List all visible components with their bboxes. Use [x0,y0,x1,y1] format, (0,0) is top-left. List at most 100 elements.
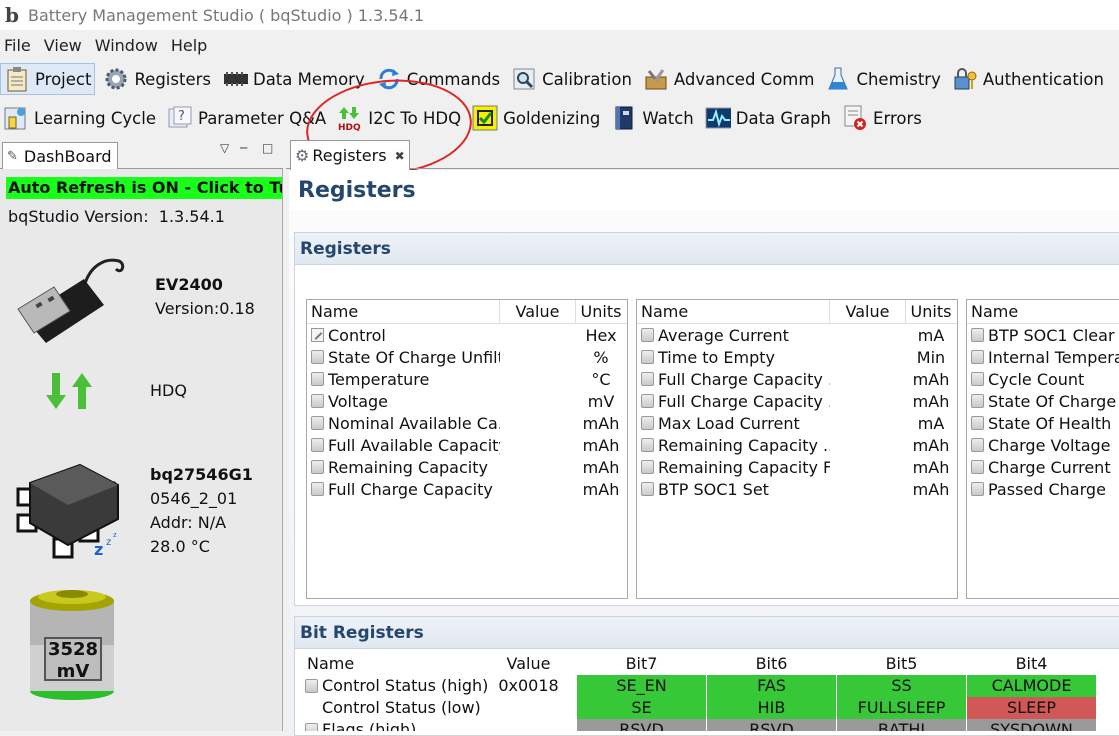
col-value-header[interactable]: Value [830,300,906,323]
table-row[interactable]: Full Charge Capacity ... mAh [637,390,957,412]
window-title: Battery Management Studio ( bqStudio ) 1… [28,5,425,25]
table-row[interactable]: State Of Charge Unfilt...% [307,346,627,368]
register-name: State Of Charge [988,391,1117,411]
bit-col-bit5[interactable]: Bit5 [837,653,967,675]
table-row[interactable]: Full Available Capacity mAh [307,434,627,456]
battery-voltage: 3528 [47,639,99,660]
bit-cell[interactable]: FULLSLEEP [837,697,967,719]
bit-cell[interactable]: SE [577,697,707,719]
table-row[interactable]: Remaining Capacity mAh [307,456,627,478]
dashboard-tab[interactable]: ✎ DashBoard [2,142,118,169]
maximize-icon[interactable]: □ [262,141,273,155]
lock-key-icon [952,66,978,92]
table-row[interactable]: Full Charge Capacity mAh [307,478,627,500]
lock-icon [311,482,324,496]
table-row[interactable]: State Of Health [967,412,1119,434]
table-header: Name Value Units [637,300,957,324]
calibration-button[interactable]: Calibration [508,63,635,95]
table-row[interactable]: Cycle Count [967,368,1119,390]
bit-cell[interactable]: FAS [707,675,837,697]
parameter-qa-button[interactable]: ? Parameter Q&A [164,102,329,134]
bit-cell[interactable]: RSVD [577,719,707,731]
menu-window[interactable]: Window [95,36,158,55]
table-row[interactable]: Control Status (low) SE HIB FULLSLEEP SL… [299,697,1119,719]
lock-icon [305,679,318,693]
register-units: °C [591,369,611,389]
lock-icon [641,350,654,364]
register-name: Control [328,325,386,345]
table-row[interactable]: Remaining Capacity ... mAh [637,434,957,456]
col-name-header[interactable]: Name [637,300,830,323]
register-name: Remaining Capacity F... [658,457,830,477]
bit-cell[interactable]: CALMODE [967,675,1097,697]
table-row[interactable]: Internal Temperature [967,346,1119,368]
bit-cell[interactable]: SE_EN [577,675,707,697]
minimize-icon[interactable]: ─ [240,141,247,155]
watch-button[interactable]: Watch [608,102,696,134]
bit-col-name[interactable]: Name [299,653,481,675]
table-row[interactable]: Max Load Current mA [637,412,957,434]
lock-icon [971,416,984,430]
col-name-header[interactable]: Name [967,302,1119,321]
authentication-button[interactable]: Authentication [949,63,1107,95]
protocol-arrows-icon [46,373,92,409]
bit-cell[interactable]: HIB [707,697,837,719]
col-units-header[interactable]: Units [576,302,626,321]
col-value-header[interactable]: Value [500,300,576,323]
project-label: Project [35,69,92,89]
svg-text:z: z [94,540,103,559]
table-row[interactable]: BTP SOC1 Set mAh [637,478,957,500]
menu-file[interactable]: File [4,36,31,55]
register-name: Nominal Available Ca... [328,413,500,433]
table-row[interactable]: Full Charge Capacity ... mAh [637,368,957,390]
table-row[interactable]: Flags (high) RSVD RSVD BATHI SYSDOWN [299,719,1119,731]
table-row[interactable]: Passed Charge [967,478,1119,500]
table-row[interactable]: Nominal Available Ca... mAh [307,412,627,434]
menu-help[interactable]: Help [171,36,207,55]
advanced-comm-button[interactable]: Advanced Comm [640,63,818,95]
bit-cell[interactable]: BATHI [837,719,967,731]
table-row[interactable]: BTP SOC1 Clear [967,324,1119,346]
table-row[interactable]: Control Status (high) 0x0018 SE_EN FAS S… [299,675,1119,697]
chemistry-button[interactable]: Chemistry [822,63,943,95]
register-name: Charge Voltage [988,435,1111,455]
table-row[interactable]: Charge Voltage [967,434,1119,456]
auto-refresh-toggle[interactable]: Auto Refresh is ON - Click to Turn OFF [6,177,282,199]
table-row[interactable]: Temperature °C [307,368,627,390]
bit-col-bit4[interactable]: Bit4 [967,653,1097,675]
learning-cycle-icon [3,105,29,131]
bit-cell[interactable]: SLEEP [967,697,1097,719]
table-row[interactable]: Charge Current [967,456,1119,478]
registers-button[interactable]: Registers [100,63,214,95]
view-menu-icon[interactable]: ▽ [220,141,229,155]
bit-cell[interactable]: SYSDOWN [967,719,1097,731]
bit-col-value[interactable]: Value [481,653,577,675]
lock-icon [641,372,654,386]
goldenizing-button[interactable]: Goldenizing [469,102,603,134]
errors-button[interactable]: Errors [839,102,925,134]
bit-cell[interactable]: SS [837,675,967,697]
register-name: Full Charge Capacity [328,479,493,499]
lock-icon [641,328,654,342]
col-name-header[interactable]: Name [307,300,500,323]
bit-col-bit7[interactable]: Bit7 [577,653,707,675]
table-row[interactable]: State Of Charge [967,390,1119,412]
data-graph-button[interactable]: Data Graph [702,102,834,134]
table-row[interactable]: Control Hex [307,324,627,346]
close-tab-icon[interactable]: ✖ [395,149,405,163]
lock-icon [641,438,654,452]
col-units-header[interactable]: Units [906,302,956,321]
learning-cycle-button[interactable]: Learning Cycle [0,102,159,134]
table-row[interactable]: Voltage mV [307,390,627,412]
bit-cell[interactable]: RSVD [707,719,837,731]
table-row[interactable]: Remaining Capacity F... mAh [637,456,957,478]
table-row[interactable]: Average Current mA [637,324,957,346]
register-units: mA [917,325,945,345]
registers-tab[interactable]: ⚙ Registers ✖ [290,140,410,170]
menu-view[interactable]: View [44,36,82,55]
project-button[interactable]: Project [0,63,96,95]
chemistry-label: Chemistry [856,69,941,89]
table-row[interactable]: Time to Empty Min [637,346,957,368]
bit-register-value [481,697,577,719]
bit-col-bit6[interactable]: Bit6 [707,653,837,675]
